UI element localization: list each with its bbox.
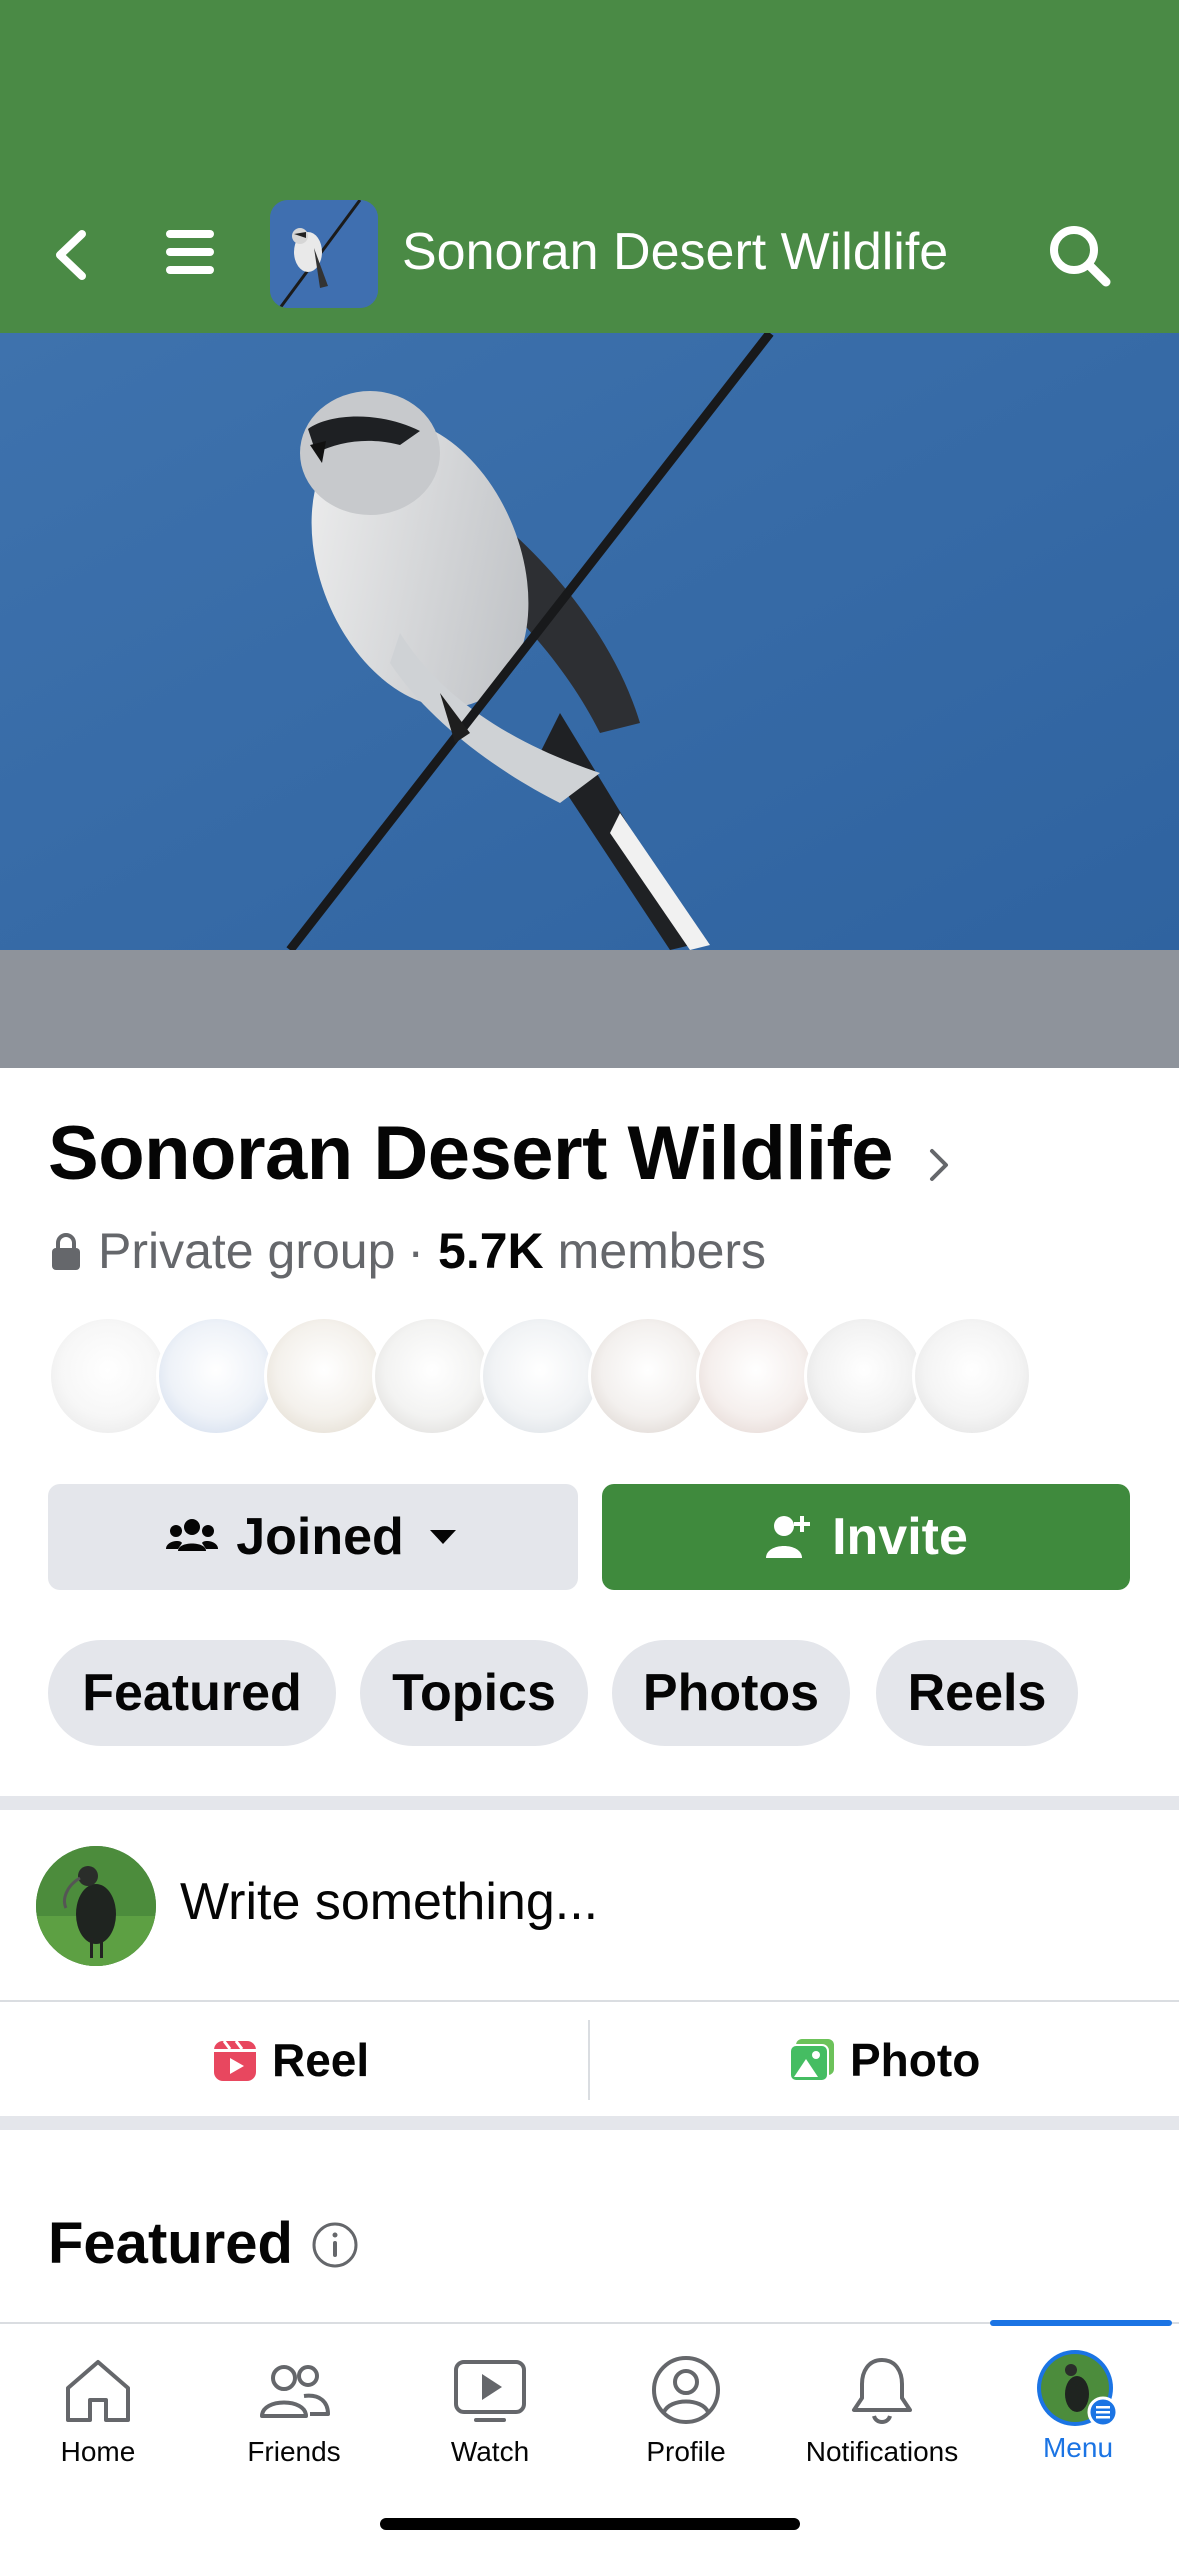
group-menu-button[interactable] xyxy=(160,222,222,282)
reel-label: Reel xyxy=(272,2034,370,2086)
member-avatar[interactable] xyxy=(588,1316,708,1436)
info-icon[interactable] xyxy=(310,2220,360,2270)
nav-home-label: Home xyxy=(60,2436,136,2467)
invite-button[interactable]: Invite xyxy=(602,1484,1130,1590)
member-avatar[interactable] xyxy=(912,1316,1032,1436)
member-avatar[interactable] xyxy=(48,1316,168,1436)
nav-watch-label: Watch xyxy=(450,2436,530,2467)
bird-on-wire-image xyxy=(0,333,1179,950)
chevron-left-icon xyxy=(56,230,86,280)
nav-friends[interactable]: Friends xyxy=(196,2324,392,2504)
meta-separator: · xyxy=(407,1223,425,1279)
group-thumbnail[interactable] xyxy=(270,200,378,308)
member-avatar[interactable] xyxy=(156,1316,276,1436)
group-header-bar xyxy=(0,0,1179,333)
nav-profile-label: Profile xyxy=(646,2436,726,2467)
joined-button[interactable]: Joined xyxy=(48,1484,578,1590)
search-icon xyxy=(1050,226,1111,287)
section-divider xyxy=(0,1796,1179,1810)
write-something-input[interactable]: Write something... xyxy=(180,1872,598,1932)
post-actions-separator xyxy=(588,2020,590,2100)
photo-label: Photo xyxy=(850,2034,981,2086)
member-count[interactable]: 5.7K xyxy=(438,1222,544,1280)
nav-notifications[interactable]: Notifications xyxy=(784,2324,980,2504)
hamburger-icon xyxy=(166,230,214,274)
chip-featured[interactable]: Featured xyxy=(48,1640,336,1746)
group-name[interactable]: Sonoran Desert Wildlife xyxy=(48,1110,894,1197)
nav-profile[interactable]: Profile xyxy=(588,2324,784,2504)
member-avatar[interactable] xyxy=(372,1316,492,1436)
header-title: Sonoran Desert Wildlife xyxy=(402,223,949,281)
reel-button[interactable]: Reel xyxy=(212,2030,369,2090)
caret-down-icon xyxy=(429,1530,456,1544)
section-divider xyxy=(0,2116,1179,2130)
home-indicator[interactable] xyxy=(380,2518,800,2530)
bell-icon xyxy=(852,2358,912,2424)
invite-label: Invite xyxy=(832,1508,968,1566)
add-person-icon xyxy=(766,1516,811,1558)
group-meta: Private group · 5.7K members xyxy=(48,1222,766,1280)
reel-icon xyxy=(214,2040,256,2081)
joined-label: Joined xyxy=(236,1508,404,1566)
menu-avatar-icon xyxy=(1037,2350,1119,2428)
lock-icon xyxy=(52,1233,80,1270)
member-avatar[interactable] xyxy=(264,1316,384,1436)
nav-menu-label: Menu xyxy=(1042,2432,1114,2463)
active-tab-indicator xyxy=(990,2320,1172,2326)
chip-topics[interactable]: Topics xyxy=(360,1640,588,1746)
nav-watch[interactable]: Watch xyxy=(392,2324,588,2504)
bird-thumbnail-image xyxy=(270,200,378,308)
composer-divider xyxy=(0,2000,1179,2002)
photo-icon xyxy=(789,2039,834,2082)
search-button[interactable] xyxy=(1044,220,1116,292)
chevron-right-icon[interactable] xyxy=(924,1145,954,1185)
photo-button[interactable]: Photo xyxy=(788,2030,980,2090)
privacy-label: Private group xyxy=(98,1223,396,1279)
back-button[interactable] xyxy=(44,220,100,290)
cover-photo[interactable] xyxy=(0,333,1179,950)
chip-reels[interactable]: Reels xyxy=(876,1640,1078,1746)
user-avatar[interactable] xyxy=(36,1846,156,1966)
friends-icon xyxy=(260,2365,330,2418)
members-label[interactable]: members xyxy=(558,1222,766,1280)
member-avatar[interactable] xyxy=(804,1316,924,1436)
chip-photos[interactable]: Photos xyxy=(612,1640,850,1746)
nav-notifications-label: Notifications xyxy=(805,2436,959,2467)
watch-icon xyxy=(454,2360,526,2422)
member-avatar[interactable] xyxy=(480,1316,600,1436)
nav-menu[interactable]: Menu xyxy=(980,2324,1176,2504)
nav-friends-label: Friends xyxy=(247,2436,341,2467)
group-members-icon xyxy=(166,1519,219,1551)
member-avatars[interactable] xyxy=(48,1316,1048,1436)
nav-home[interactable]: Home xyxy=(0,2324,196,2504)
user-avatar-image xyxy=(36,1846,156,1966)
cover-bottom-strip xyxy=(0,950,1179,1068)
profile-icon xyxy=(652,2356,720,2424)
home-icon xyxy=(66,2360,130,2422)
member-avatar[interactable] xyxy=(696,1316,816,1436)
featured-section-title: Featured xyxy=(48,2211,293,2276)
